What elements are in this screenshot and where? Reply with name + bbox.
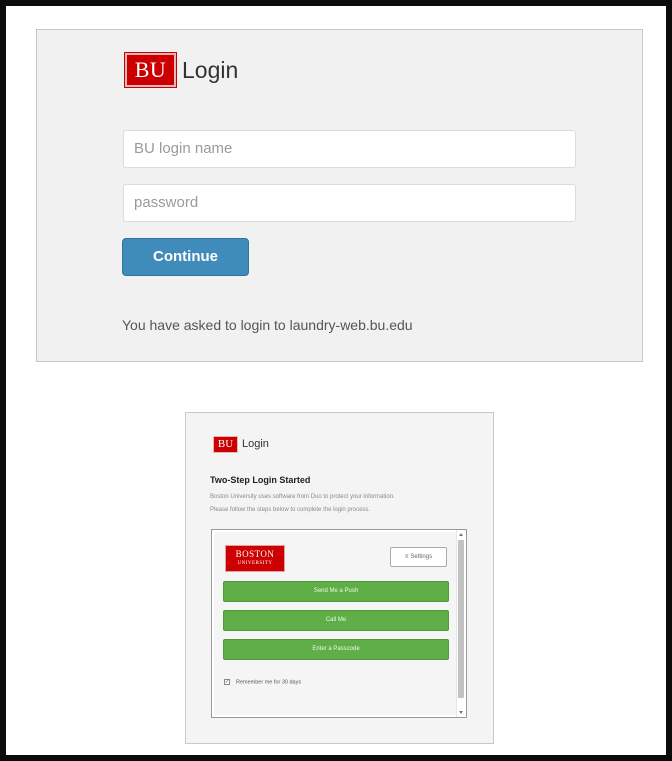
scrollbar[interactable] — [456, 530, 466, 717]
remember-me-label: Remember me for 30 days — [236, 679, 302, 686]
two-step-description-line2: Please follow the steps below to complet… — [210, 507, 371, 513]
two-step-panel: BU Login Two-Step Login Started Boston U… — [185, 412, 494, 744]
duo-prompt-frame: BOSTON UNIVERSITY ≡ Settings Send Me a Pu… — [211, 529, 467, 718]
logo-line1: BOSTON — [235, 549, 275, 559]
remember-me-row[interactable]: ✓ Remember me for 30 days — [224, 679, 301, 685]
continue-button[interactable]: Continue — [122, 238, 249, 276]
duo-login-title: Login — [242, 438, 269, 450]
call-me-button[interactable]: Call Me — [223, 610, 449, 631]
login-panel: BU Login BU login name password Continue… — [36, 29, 643, 362]
scroll-down-icon[interactable] — [459, 711, 463, 714]
screenshot-frame: BU Login BU login name password Continue… — [0, 0, 672, 761]
gear-icon: ≡ — [404, 554, 409, 560]
two-step-heading: Two-Step Login Started — [210, 475, 311, 485]
password-input[interactable]: password — [123, 184, 576, 222]
checkbox-icon[interactable]: ✓ — [224, 679, 230, 685]
scroll-up-icon[interactable] — [459, 533, 463, 536]
logo-line2: UNIVERSITY — [237, 561, 273, 566]
scrollbar-thumb[interactable] — [458, 540, 464, 698]
username-input[interactable]: BU login name — [123, 130, 576, 168]
bu-logo: BU — [124, 52, 177, 88]
bu-logo-small: BU — [213, 436, 238, 453]
boston-university-logo: BOSTON UNIVERSITY — [225, 545, 285, 572]
send-push-button[interactable]: Send Me a Push — [223, 581, 449, 602]
settings-button[interactable]: ≡ Settings — [390, 547, 447, 567]
login-title: Login — [182, 57, 239, 83]
enter-passcode-button[interactable]: Enter a Passcode — [223, 639, 449, 660]
duo-prompt-content: BOSTON UNIVERSITY ≡ Settings Send Me a Pu… — [214, 532, 456, 715]
two-step-description-line1: Boston University uses software from Duo… — [210, 494, 395, 500]
login-destination-text: You have asked to login to laundry-web.b… — [122, 317, 413, 333]
settings-label: Settings — [410, 554, 433, 560]
